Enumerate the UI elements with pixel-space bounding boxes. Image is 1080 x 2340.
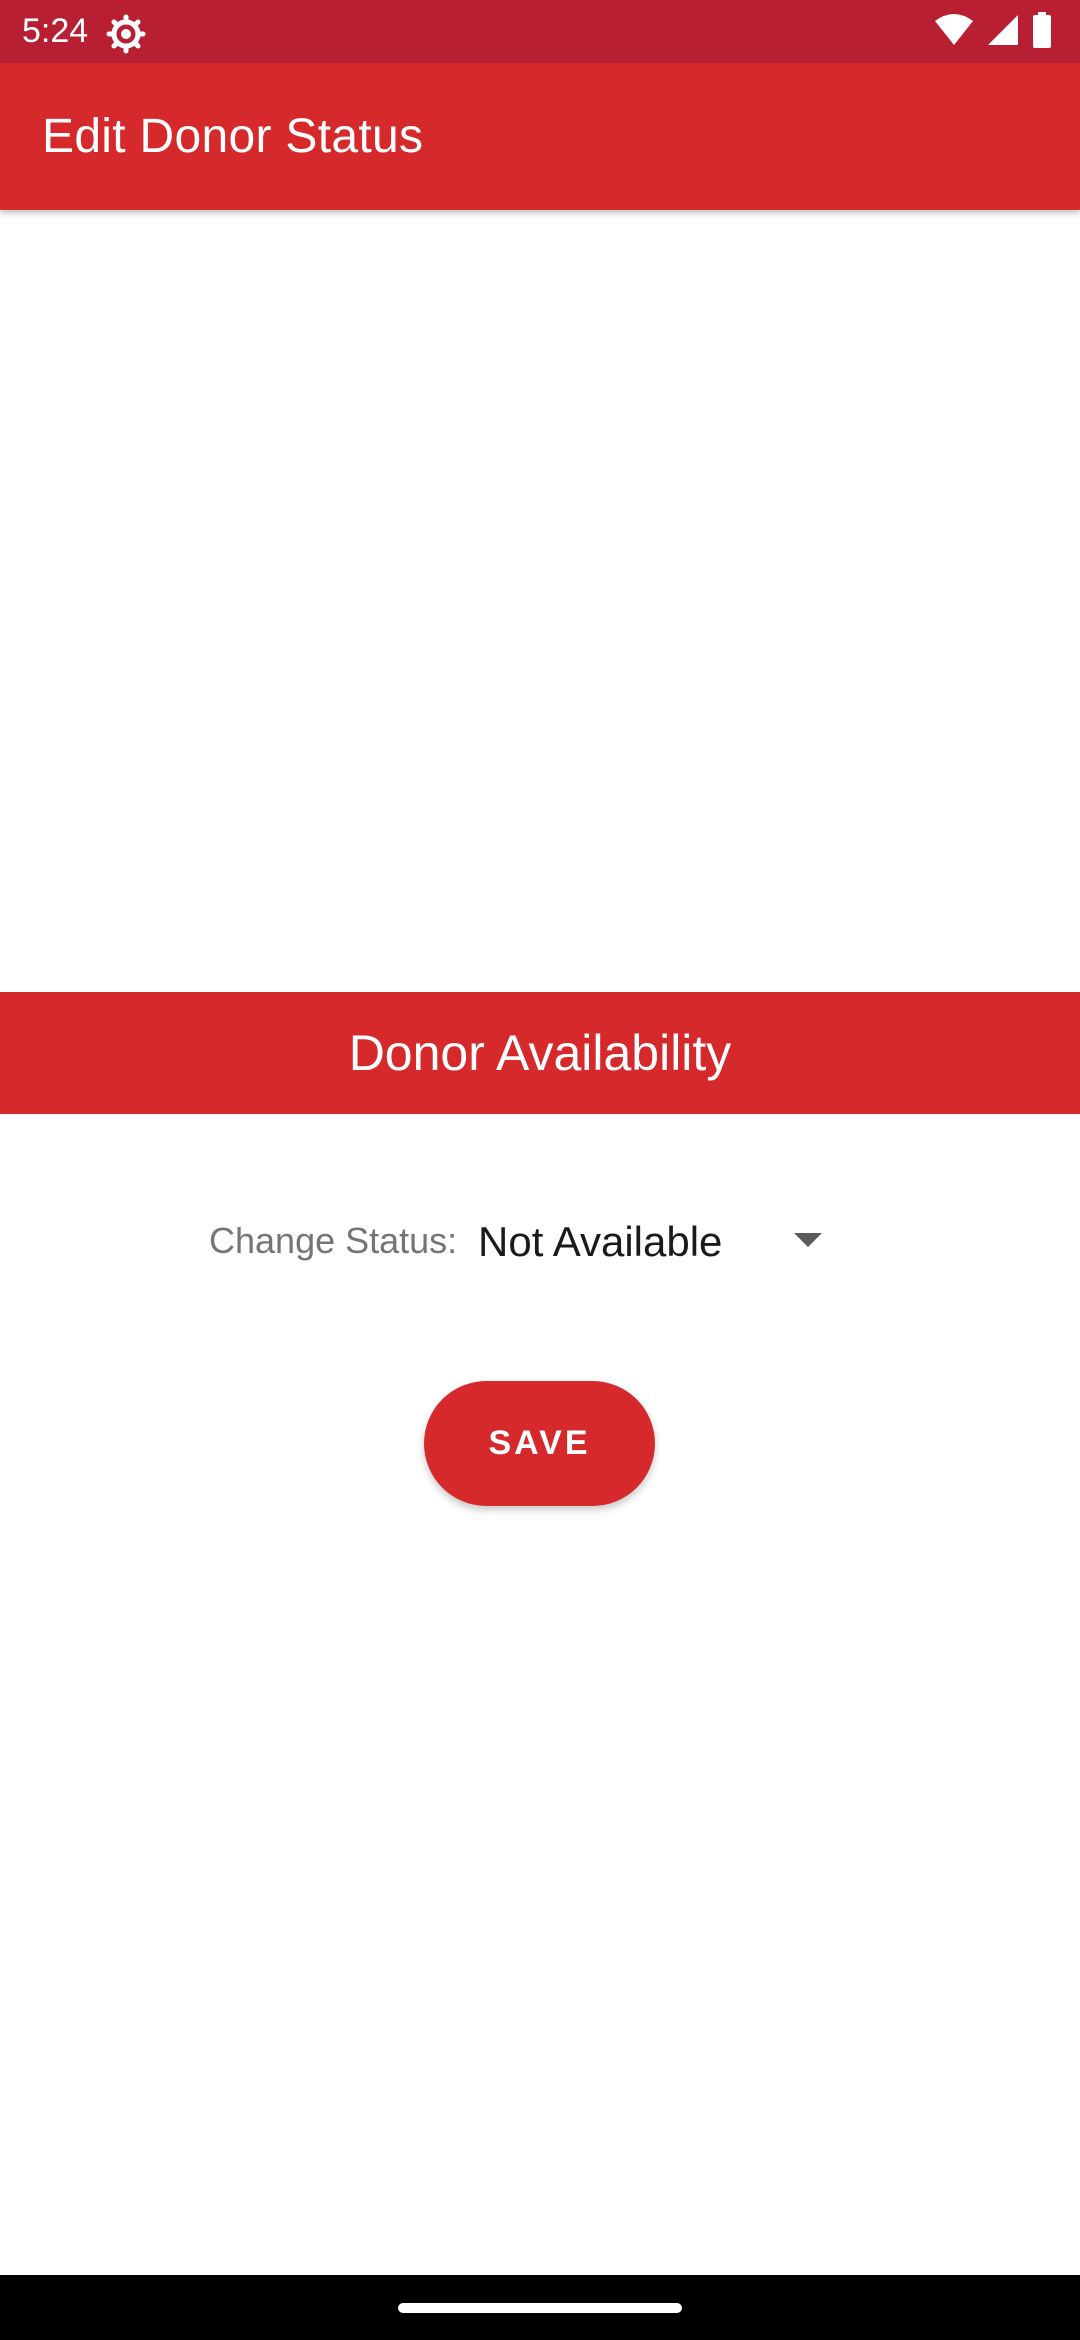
home-gesture-handle[interactable]	[398, 2303, 682, 2313]
dropdown-arrow-icon	[794, 1233, 822, 1247]
wifi-icon	[934, 13, 974, 52]
status-icons	[922, 11, 1052, 53]
change-status-label: Change Status:	[209, 1220, 458, 1261]
signal-icon	[986, 13, 1020, 52]
status-time: 5:24	[22, 12, 89, 50]
save-button[interactable]: SAVE	[424, 1381, 655, 1506]
status-dropdown[interactable]: Not Available	[470, 1205, 840, 1277]
section-title: Donor Availability	[348, 1025, 732, 1081]
gear-icon	[106, 14, 146, 54]
status-bar: 5:24	[0, 0, 1080, 63]
battery-icon	[1032, 11, 1052, 53]
page-title: Edit Donor Status	[42, 110, 424, 163]
navigation-bar	[0, 2275, 1080, 2340]
status-dropdown-value: Not Available	[478, 1218, 723, 1265]
app-bar: Edit Donor Status	[0, 63, 1080, 210]
donor-availability-banner: Donor Availability	[0, 992, 1080, 1114]
